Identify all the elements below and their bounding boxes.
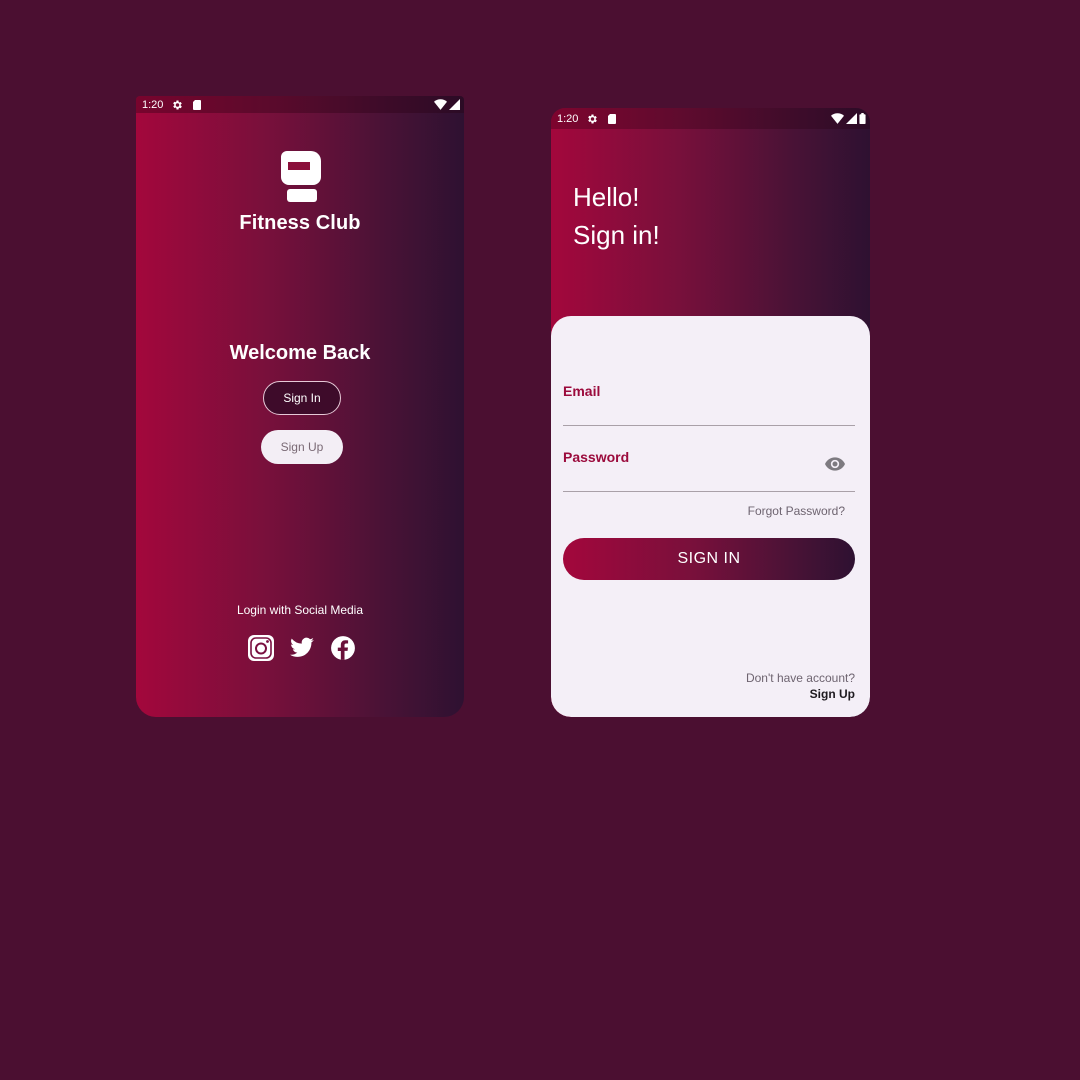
social-login-caption: Login with Social Media — [236, 603, 364, 617]
settings-icon — [588, 114, 598, 123]
status-time: 1:20 — [142, 98, 164, 111]
status-bar: 1:20 — [136, 96, 464, 113]
boxing-glove-logo-icon — [281, 151, 321, 202]
sd-card-icon — [193, 99, 202, 110]
greeting-line-2: Sign in! — [573, 220, 660, 250]
email-field-underline — [563, 425, 855, 426]
no-account-text: Don't have account? — [745, 671, 855, 685]
sign-in-submit-button[interactable]: SIGN IN — [563, 538, 855, 580]
sign-in-card: Email Password Forgot Password? SIGN IN … — [551, 316, 870, 717]
twitter-icon[interactable] — [289, 635, 315, 661]
wifi-icon — [434, 99, 447, 110]
password-field-underline — [563, 491, 855, 492]
sign-in-screen: 1:20 Hello! Sign in! Email Password Forg… — [551, 108, 870, 717]
forgot-password-link[interactable]: Forgot Password? — [748, 504, 845, 518]
social-login-row — [248, 635, 356, 661]
signal-icon — [449, 99, 460, 110]
email-field[interactable] — [563, 376, 855, 426]
password-field[interactable] — [563, 442, 813, 492]
signal-icon — [846, 113, 857, 124]
wifi-icon — [831, 113, 844, 124]
brand-name: Fitness Club — [239, 212, 361, 234]
battery-icon — [859, 113, 866, 124]
sign-up-button[interactable]: Sign Up — [261, 430, 343, 464]
welcome-heading: Welcome Back — [229, 342, 371, 364]
sd-card-icon — [608, 113, 617, 124]
greeting-line-1: Hello! — [573, 182, 640, 212]
settings-icon — [173, 100, 183, 109]
eye-icon[interactable] — [825, 457, 845, 471]
status-bar: 1:20 — [551, 108, 870, 129]
welcome-screen: 1:20 Fitness Club Welcome Back Sign In S… — [136, 96, 464, 717]
facebook-icon[interactable] — [330, 635, 356, 661]
greeting: Hello! Sign in! — [573, 178, 660, 254]
sign-in-button[interactable]: Sign In — [263, 381, 341, 415]
instagram-icon[interactable] — [248, 635, 274, 661]
sign-up-link[interactable]: Sign Up — [810, 687, 855, 701]
status-time: 1:20 — [557, 112, 579, 125]
